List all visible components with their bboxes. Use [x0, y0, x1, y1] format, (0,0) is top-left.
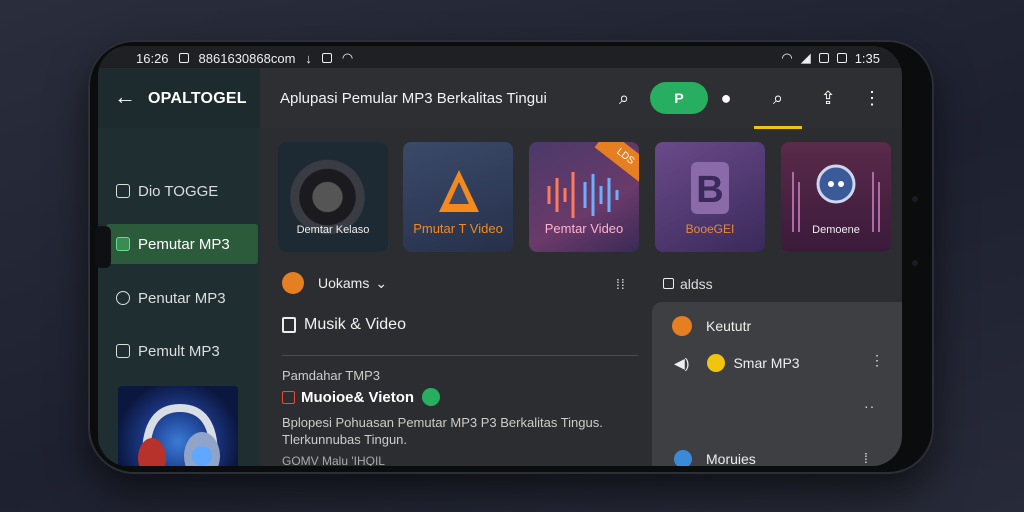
- subheading: Pamdahar TMP3: [282, 368, 381, 383]
- chevron-down-icon: ⌄: [375, 274, 388, 291]
- camera-sensor: [912, 196, 918, 202]
- drag-handle-icon[interactable]: ··: [864, 398, 875, 414]
- headphones-artwork[interactable]: [118, 386, 238, 466]
- app-title: OPALTOGEL: [148, 90, 247, 107]
- battery-time: 1:35: [854, 50, 880, 66]
- sidebar-item-pemutar-mp3[interactable]: Pemutar MP3: [106, 224, 258, 264]
- blue-circle-icon: [674, 450, 692, 466]
- list-icon: [663, 278, 674, 289]
- status-url: 8861630868com: [198, 50, 296, 66]
- app-screen: 16:26 8861630868com ↓ ◠ ◠ ◢ 1:35 Dio TOG…: [98, 46, 902, 466]
- notification-icon: [178, 53, 189, 63]
- right-panel: Keututr ◀) Smar MP3 ⋮ ·· Moruies ⁞: [652, 302, 902, 466]
- tile-label: BooeGEI: [685, 222, 735, 236]
- sim-icon: [818, 53, 829, 63]
- item-title-text: Muoioe& Vieton: [301, 388, 415, 406]
- orange-indicator-icon: [282, 272, 304, 294]
- panel-item-keututr[interactable]: Keututr: [672, 316, 751, 336]
- footer-text: GOMV Malu 'IHQIL: [282, 454, 385, 466]
- divider: [282, 355, 638, 356]
- sidebar-item-dio-togge[interactable]: Dio TOGGE: [106, 171, 258, 211]
- tile-label: Pemtar Video: [544, 221, 624, 236]
- download-icon: ↓: [305, 50, 312, 66]
- active-tab-indicator: [754, 126, 802, 129]
- tile-video-player[interactable]: Pmutar T Video: [403, 142, 513, 252]
- panel-item-label: Moruies: [706, 451, 756, 466]
- share-icon[interactable]: ⇪: [816, 86, 840, 110]
- right-section-label-text: aldss: [680, 276, 713, 292]
- right-section-label: aldss: [663, 276, 713, 292]
- selector-dropdown[interactable]: Uokams ⌄: [282, 272, 387, 294]
- item-title[interactable]: Muoioe& Vieton: [282, 388, 441, 406]
- more-options-icon[interactable]: ⋮: [860, 86, 884, 110]
- folder-icon: [116, 184, 130, 198]
- panel-item-label: Keututr: [706, 318, 752, 334]
- status-time: 16:26: [136, 50, 169, 66]
- search-icon-2[interactable]: ⌕: [766, 86, 790, 110]
- main-header: Aplupasi Pemular MP3 Berkalitas Tingui ⌕…: [260, 68, 902, 129]
- wifi-icon-right: ◠: [781, 50, 793, 65]
- drag-handle-icon-2[interactable]: ⁞: [864, 450, 869, 466]
- account-icon[interactable]: ●: [714, 86, 738, 110]
- tile-label: Demtar Kelaso: [296, 224, 370, 236]
- p-button[interactable]: P: [650, 82, 708, 114]
- svg-text:B: B: [696, 169, 723, 211]
- headphones-icon: [138, 403, 220, 466]
- sidebar-item-penutar-mp3[interactable]: Penutar MP3: [106, 278, 258, 318]
- page-title: Aplupasi Pemular MP3 Berkalitas Tingui: [280, 90, 547, 107]
- yellow-circle-icon: [707, 354, 726, 372]
- section-title-text: Musik & Video: [304, 316, 406, 333]
- tile-label: Pmutar T Video: [413, 221, 503, 236]
- document-icon: [116, 344, 130, 358]
- status-bar: 16:26 8861630868com ↓ ◠ ◠ ◢ 1:35: [98, 46, 902, 68]
- bookmark-icon: [282, 317, 296, 333]
- search-icon[interactable]: ⌕: [612, 86, 636, 110]
- edit-icon: [321, 53, 332, 63]
- selector-label: Uokams: [318, 275, 370, 291]
- sidebar-item-pemult-mp3[interactable]: Pemult MP3: [106, 331, 258, 371]
- item-description: Bplopesi Pohuasan Pemutar MP3 P3 Berkali…: [282, 415, 603, 447]
- more-options-icon-panel[interactable]: ⋮: [870, 352, 885, 369]
- tile-speaker[interactable]: Demtar Kelaso: [278, 142, 388, 252]
- sidebar-item-label: Pemutar MP3: [138, 235, 230, 253]
- battery-icon: [836, 53, 847, 63]
- media-icon: [282, 390, 295, 404]
- speaker-icon: ◀): [674, 354, 690, 371]
- panel-item-label: Smar MP3: [733, 355, 800, 371]
- panel-item-moruies[interactable]: Moruies: [674, 450, 756, 466]
- camera-lens: [912, 260, 918, 266]
- signal-icon: ◢: [800, 50, 811, 65]
- tile-audio-wave[interactable]: LDS Pemtar Video: [529, 142, 639, 252]
- section-title: Musik & Video: [282, 316, 406, 334]
- tile-face[interactable]: Demoene: [781, 142, 891, 252]
- tile-b-logo[interactable]: B BooeGEI: [655, 142, 765, 252]
- chat-icon: [116, 291, 130, 305]
- app-bar: ← OPALTOGEL: [98, 68, 260, 128]
- home-icon: [116, 237, 130, 251]
- back-arrow-icon[interactable]: ←: [114, 84, 136, 110]
- orange-circle-icon: [672, 316, 692, 336]
- wifi-icon: ◠: [341, 50, 354, 65]
- panel-item-smar-mp3[interactable]: ◀) Smar MP3: [674, 354, 800, 372]
- tile-label: Demoene: [812, 224, 860, 236]
- sidebar-item-label: Dio TOGGE: [138, 182, 219, 200]
- grid-menu-icon[interactable]: ⁞⁞: [616, 276, 626, 292]
- sidebar-item-label: Penutar MP3: [138, 289, 226, 307]
- side-button: [95, 226, 111, 268]
- green-status-icon: [422, 388, 441, 406]
- sidebar-item-label: Pemult MP3: [138, 342, 220, 360]
